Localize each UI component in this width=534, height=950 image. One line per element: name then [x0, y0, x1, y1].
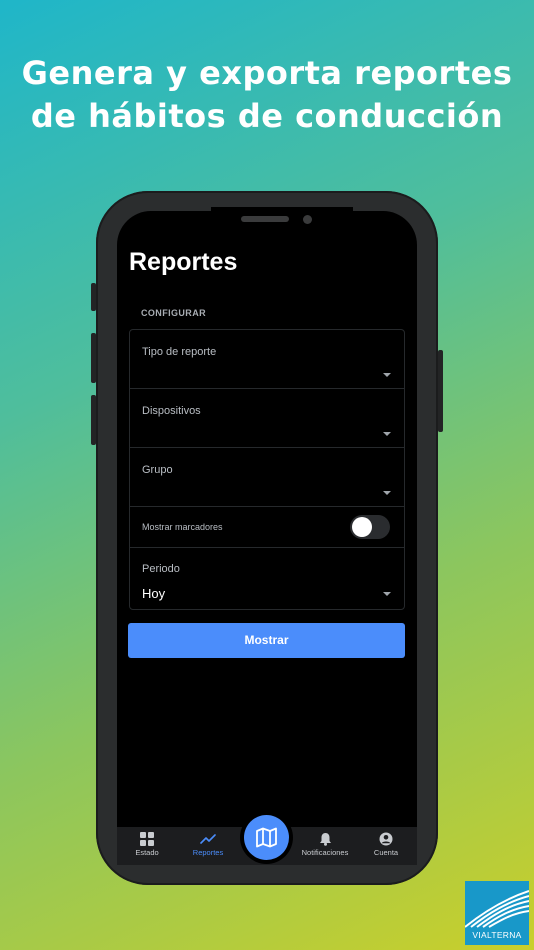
phone-speaker: [241, 216, 289, 222]
phone-mute-switch: [91, 283, 96, 311]
user-circle-icon: [379, 832, 393, 846]
road-lines-icon: [465, 890, 529, 928]
period-label: Periodo: [142, 563, 180, 575]
page-title: Reportes: [129, 248, 238, 276]
chevron-down-icon: [383, 373, 391, 377]
show-report-button[interactable]: Mostrar: [128, 623, 405, 658]
promo-headline: Genera y exporta reportes de hábitos de …: [0, 52, 534, 138]
markers-toggle[interactable]: [350, 515, 390, 539]
devices-label: Dispositivos: [142, 405, 201, 417]
tab-estado-label: Estado: [135, 848, 159, 857]
chevron-down-icon: [383, 491, 391, 495]
chevron-down-icon: [383, 592, 391, 596]
phone-camera: [303, 215, 312, 224]
markers-toggle-row: Mostrar marcadores: [130, 507, 404, 548]
group-label: Grupo: [142, 464, 173, 476]
period-select[interactable]: Periodo Hoy: [130, 548, 404, 610]
tab-reportes[interactable]: Reportes: [176, 832, 240, 857]
vialterna-logo: VIALTERNA: [465, 881, 529, 945]
tab-reportes-label: Reportes: [192, 848, 224, 857]
logo-wordmark: VIALTERNA: [472, 930, 522, 940]
group-select[interactable]: Grupo: [130, 448, 404, 507]
tab-cuenta-label: Cuenta: [373, 848, 399, 857]
bell-icon: [319, 833, 331, 846]
map-icon: [256, 827, 277, 848]
tab-notificaciones-label: Notificaciones: [301, 848, 349, 857]
toggle-knob: [352, 517, 372, 537]
report-type-label: Tipo de reporte: [142, 346, 217, 358]
tab-estado[interactable]: Estado: [115, 832, 179, 857]
section-label-configure: CONFIGURAR: [141, 308, 206, 318]
report-config-form: Tipo de reporte Dispositivos Grupo Mostr…: [129, 329, 405, 610]
promo-headline-line2: de hábitos de conducción: [30, 97, 504, 135]
report-type-select[interactable]: Tipo de reporte: [130, 330, 404, 389]
tab-notificaciones[interactable]: Notificaciones: [293, 832, 357, 857]
phone-volume-up: [91, 333, 96, 383]
devices-select[interactable]: Dispositivos: [130, 389, 404, 448]
promo-headline-line1: Genera y exporta reportes: [21, 54, 513, 92]
phone-power-button: [438, 350, 443, 432]
map-button[interactable]: [244, 815, 289, 860]
period-value: Hoy: [142, 586, 166, 601]
phone-volume-down: [91, 395, 96, 445]
trend-icon: [200, 834, 216, 844]
tab-cuenta[interactable]: Cuenta: [354, 832, 418, 857]
chevron-down-icon: [383, 432, 391, 436]
markers-label: Mostrar marcadores: [142, 522, 223, 532]
grid-icon: [140, 832, 154, 846]
